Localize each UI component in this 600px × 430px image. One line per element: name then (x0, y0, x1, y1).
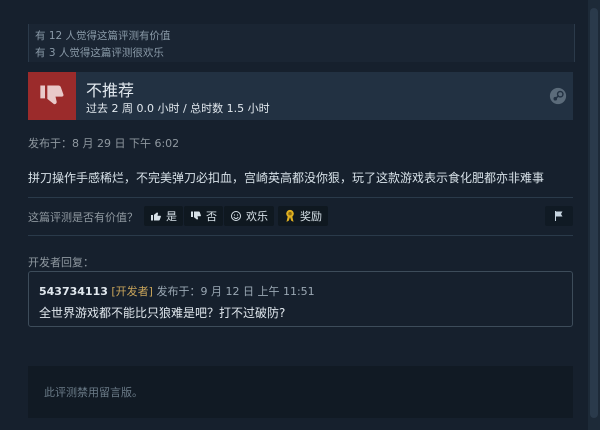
helpful-summary: 有 12 人觉得这篇评测有价值 有 3 人觉得这篇评测很欢乐 (28, 24, 575, 62)
helpful-count: 有 12 人觉得这篇评测有价值 (35, 30, 171, 42)
award-icon (286, 209, 294, 222)
divider (28, 197, 573, 198)
developer-name[interactable]: 543734113 (39, 285, 108, 298)
playtime: 过去 2 周 0.0 小时 / 总时数 1.5 小时 (86, 102, 270, 115)
vote-yes-button[interactable]: 是 (144, 206, 183, 226)
review-verdict[interactable]: 不推荐 过去 2 周 0.0 小时 / 总时数 1.5 小时 (28, 72, 573, 120)
developer-response-text: 全世界游戏都不能比只狼难是吧？打不过破防? (39, 306, 286, 320)
vote-row: 这篇评测是否有价值？ 是 否 欢乐 奖励 (28, 206, 573, 226)
developer-tag: [开发者] (111, 285, 153, 298)
comments-disabled-notice: 此评测禁用留言版。 (28, 366, 573, 418)
developer-response-label: 开发者回复： (28, 256, 94, 269)
comments-disabled-text: 此评测禁用留言版。 (44, 386, 143, 399)
verdict-title: 不推荐 (86, 81, 135, 100)
developer-response-header: 543734113 [开发者] 发布于：9 月 12 日 上午 11:51 (39, 283, 315, 299)
review-body: 拼刀操作手感稀烂，不完美弹刀必扣血，宫崎英高都没你狠，玩了这款游戏表示食化肥都亦… (28, 171, 545, 185)
funny-count: 有 3 人觉得这篇评测很欢乐 (35, 47, 164, 59)
scrollbar-thumb[interactable] (590, 8, 598, 418)
thumbs-down-icon (28, 72, 76, 120)
award-button[interactable]: 奖励 (278, 206, 328, 226)
vote-yes-label: 是 (166, 210, 177, 223)
vote-funny-button[interactable]: 欢乐 (224, 206, 274, 226)
divider (28, 235, 573, 236)
smiley-icon (231, 211, 241, 221)
scrollbar[interactable] (588, 0, 600, 430)
vote-no-label: 否 (206, 210, 217, 223)
steam-icon (549, 87, 567, 105)
vote-question: 这篇评测是否有价值？ (28, 211, 138, 224)
review-panel: 有 12 人觉得这篇评测有价值 有 3 人觉得这篇评测很欢乐 不推荐 过去 2 … (0, 0, 588, 430)
vote-no-button[interactable]: 否 (184, 206, 223, 226)
developer-response: 543734113 [开发者] 发布于：9 月 12 日 上午 11:51 全世… (28, 271, 573, 327)
report-button[interactable] (545, 206, 573, 226)
vote-funny-label: 欢乐 (246, 210, 268, 223)
thumbs-up-icon (151, 212, 161, 221)
thumbs-down-icon (191, 211, 201, 220)
developer-response-date: 发布于：9 月 12 日 上午 11:51 (156, 285, 315, 298)
award-label: 奖励 (300, 210, 322, 223)
flag-icon (555, 211, 563, 221)
posted-date: 发布于：8 月 29 日 下午 6:02 (28, 137, 180, 150)
